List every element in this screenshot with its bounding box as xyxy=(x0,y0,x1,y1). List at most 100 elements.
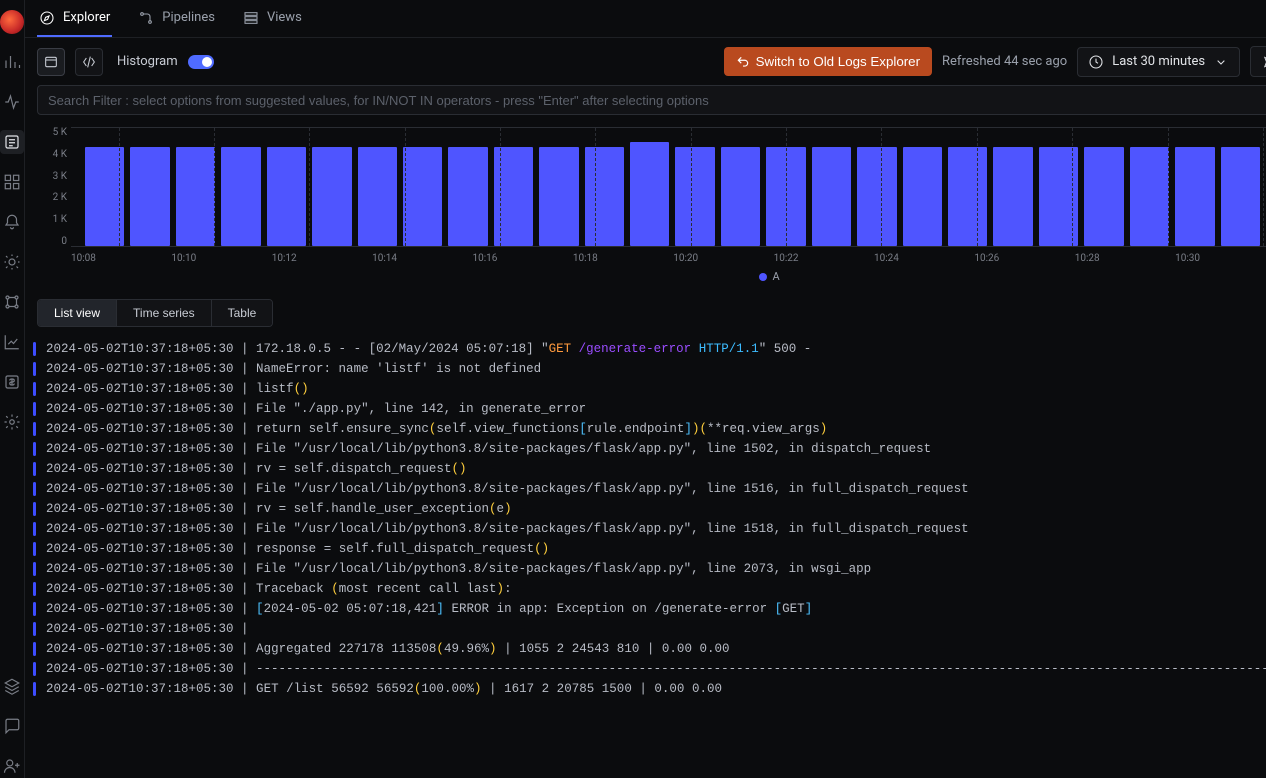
log-row[interactable]: 2024-05-02T10:37:18+05:30 | File "/usr/l… xyxy=(25,479,1266,499)
log-body: [2024-05-02 05:07:18,421] ERROR in app: … xyxy=(256,602,812,616)
nav-alerts-icon[interactable] xyxy=(0,210,24,234)
log-row[interactable]: 2024-05-02T10:37:18+05:30 | File "/usr/l… xyxy=(25,439,1266,459)
nav-settings-icon[interactable] xyxy=(0,410,24,434)
histogram-bar[interactable] xyxy=(857,147,896,246)
view-mode-table[interactable]: Table xyxy=(211,300,273,326)
histogram-bar[interactable] xyxy=(448,147,487,246)
histogram-bar[interactable] xyxy=(1130,147,1169,246)
histogram-bar[interactable] xyxy=(358,147,397,246)
nav-support-icon[interactable] xyxy=(0,714,24,738)
log-timestamp: 2024-05-02T10:37:18+05:30 xyxy=(46,502,234,516)
tab-pipelines[interactable]: Pipelines xyxy=(136,0,217,37)
tab-explorer[interactable]: Explorer xyxy=(37,0,112,37)
log-row[interactable]: 2024-05-02T10:37:18+05:30 | rv = self.ha… xyxy=(25,499,1266,519)
histogram-bar[interactable] xyxy=(312,147,351,246)
x-tick: 10:24 xyxy=(874,253,899,264)
histogram-bar[interactable] xyxy=(1221,147,1260,246)
log-body: listf() xyxy=(256,382,309,396)
nav-usage-icon[interactable] xyxy=(0,330,24,354)
log-severity-marker xyxy=(33,502,36,516)
histogram-bar[interactable] xyxy=(721,147,760,246)
histogram-bar[interactable] xyxy=(812,147,851,246)
raw-query-toggle[interactable] xyxy=(75,48,103,76)
legend-label: A xyxy=(773,270,780,283)
log-row[interactable]: 2024-05-02T10:37:18+05:30 | ------------… xyxy=(25,659,1266,679)
log-timestamp: 2024-05-02T10:37:18+05:30 xyxy=(46,462,234,476)
tab-views[interactable]: Views xyxy=(241,0,304,37)
view-mode-segmented: List view Time series Table xyxy=(37,299,273,327)
log-row[interactable]: 2024-05-02T10:37:18+05:30 | 172.18.0.5 -… xyxy=(25,339,1266,359)
histogram-toggle[interactable] xyxy=(188,55,214,69)
histogram-bar[interactable] xyxy=(221,147,260,246)
histogram-bar[interactable] xyxy=(903,147,942,246)
log-body: ----------------------------------------… xyxy=(256,662,1266,676)
log-list[interactable]: 2024-05-02T10:37:18+05:30 | 172.18.0.5 -… xyxy=(25,333,1266,778)
log-row[interactable]: 2024-05-02T10:37:18+05:30 | File "/usr/l… xyxy=(25,559,1266,579)
top-tab-bar: Explorer Pipelines Views xyxy=(25,0,1266,38)
histogram-bar[interactable] xyxy=(993,147,1032,246)
histogram-bar[interactable] xyxy=(675,147,714,246)
y-tick: 3 K xyxy=(37,171,67,182)
log-row[interactable]: 2024-05-02T10:37:18+05:30 | Traceback (m… xyxy=(25,579,1266,599)
undo-icon xyxy=(736,55,750,69)
histogram-bar[interactable] xyxy=(585,147,624,246)
share-button[interactable]: Share xyxy=(1250,46,1266,77)
nav-service-map-icon[interactable] xyxy=(0,290,24,314)
histogram-plot[interactable] xyxy=(71,127,1266,247)
log-severity-marker xyxy=(33,522,36,536)
log-row[interactable]: 2024-05-02T10:37:18+05:30 | Aggregated 2… xyxy=(25,639,1266,659)
histogram-bar[interactable] xyxy=(1175,147,1214,246)
log-row[interactable]: 2024-05-02T10:37:18+05:30 | [2024-05-02 … xyxy=(25,599,1266,619)
compass-icon xyxy=(39,10,55,26)
app-logo[interactable] xyxy=(0,10,24,34)
nav-dashboards-icon[interactable] xyxy=(0,170,24,194)
log-severity-marker xyxy=(33,582,36,596)
histogram-bar[interactable] xyxy=(267,147,306,246)
histogram-bar[interactable] xyxy=(403,147,442,246)
x-tick: 10:26 xyxy=(974,253,999,264)
nav-logs-icon[interactable] xyxy=(0,130,24,154)
log-body: rv = self.dispatch_request() xyxy=(256,462,466,476)
nav-invite-icon[interactable] xyxy=(0,754,24,778)
histogram-bar[interactable] xyxy=(948,147,987,246)
histogram-bar[interactable] xyxy=(176,147,215,246)
histogram-bar[interactable] xyxy=(1084,147,1123,246)
log-severity-marker xyxy=(33,342,36,356)
nav-metrics-icon[interactable] xyxy=(0,50,24,74)
view-mode-time-series[interactable]: Time series xyxy=(116,300,211,326)
left-nav-rail xyxy=(0,0,25,778)
tab-views-label: Views xyxy=(267,10,302,25)
histogram-chart: 5 K4 K3 K2 K1 K0 10:0810:1010:1210:1410:… xyxy=(25,123,1266,293)
x-tick: 10:10 xyxy=(171,253,196,264)
switch-old-explorer-button[interactable]: Switch to Old Logs Explorer xyxy=(724,47,932,76)
nav-billing-icon[interactable] xyxy=(0,370,24,394)
view-mode-list[interactable]: List view xyxy=(38,300,116,326)
histogram-bar[interactable] xyxy=(539,147,578,246)
log-severity-marker xyxy=(33,542,36,556)
log-row[interactable]: 2024-05-02T10:37:18+05:30 | GET /list 56… xyxy=(25,679,1266,699)
histogram-bar[interactable] xyxy=(130,147,169,246)
nav-traces-icon[interactable] xyxy=(0,90,24,114)
log-row[interactable]: 2024-05-02T10:37:18+05:30 | xyxy=(25,619,1266,639)
log-timestamp: 2024-05-02T10:37:18+05:30 xyxy=(46,522,234,536)
log-row[interactable]: 2024-05-02T10:37:18+05:30 | rv = self.di… xyxy=(25,459,1266,479)
log-row[interactable]: 2024-05-02T10:37:18+05:30 | NameError: n… xyxy=(25,359,1266,379)
x-tick: 10:14 xyxy=(372,253,397,264)
log-row[interactable]: 2024-05-02T10:37:18+05:30 | listf() xyxy=(25,379,1266,399)
histogram-x-axis: 10:0810:1010:1210:1410:1610:1810:2010:22… xyxy=(71,247,1266,270)
nav-layers-icon[interactable] xyxy=(0,674,24,698)
search-filter-input[interactable] xyxy=(37,85,1266,115)
histogram-bar[interactable] xyxy=(630,142,669,246)
histogram-y-axis: 5 K4 K3 K2 K1 K0 xyxy=(37,127,71,247)
log-row[interactable]: 2024-05-02T10:37:18+05:30 | return self.… xyxy=(25,419,1266,439)
time-range-picker[interactable]: Last 30 minutes xyxy=(1077,47,1240,77)
query-builder-toggle[interactable] xyxy=(37,48,65,76)
log-timestamp: 2024-05-02T10:37:18+05:30 xyxy=(46,562,234,576)
log-body: Aggregated 227178 113508(49.96%) | 1055 … xyxy=(256,642,729,656)
nav-exceptions-icon[interactable] xyxy=(0,250,24,274)
legend-dot-icon xyxy=(759,273,767,281)
log-row[interactable]: 2024-05-02T10:37:18+05:30 | File "/usr/l… xyxy=(25,519,1266,539)
log-row[interactable]: 2024-05-02T10:37:18+05:30 | response = s… xyxy=(25,539,1266,559)
log-row[interactable]: 2024-05-02T10:37:18+05:30 | File "./app.… xyxy=(25,399,1266,419)
view-mode-row: List view Time series Table xyxy=(25,293,1266,333)
